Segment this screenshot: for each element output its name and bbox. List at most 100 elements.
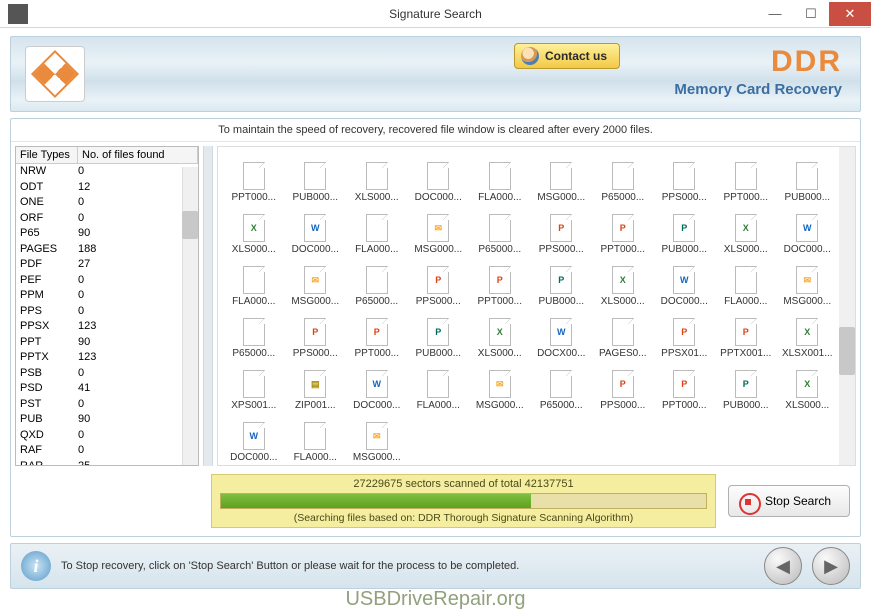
- file-item[interactable]: PPPS000...: [532, 205, 592, 255]
- file-item[interactable]: PPPTX001...: [716, 309, 776, 359]
- file-item[interactable]: WDOC000...: [655, 257, 715, 307]
- table-row[interactable]: RAF0: [16, 443, 198, 459]
- file-item[interactable]: ✉MSG000...: [347, 413, 407, 463]
- file-item[interactable]: XXLSX001...: [778, 309, 838, 359]
- brand-subtitle: Memory Card Recovery: [674, 81, 842, 98]
- file-item[interactable]: P65000...: [224, 309, 284, 359]
- file-item[interactable]: ▤ZIP001...: [286, 361, 346, 411]
- file-label: PPT000...: [478, 296, 522, 307]
- file-label: ZIP001...: [295, 400, 336, 411]
- table-row[interactable]: PPTX123: [16, 350, 198, 366]
- file-item[interactable]: XXLS000...: [224, 205, 284, 255]
- file-item[interactable]: MSG000...: [532, 153, 592, 203]
- file-item[interactable]: XXLS000...: [778, 361, 838, 411]
- file-item[interactable]: DOC000...: [409, 153, 469, 203]
- file-item[interactable]: P65000...: [470, 205, 530, 255]
- file-item[interactable]: WDOC000...: [286, 205, 346, 255]
- file-item[interactable]: XXLS000...: [470, 309, 530, 359]
- file-item[interactable]: PPPT000...: [655, 361, 715, 411]
- stop-search-button[interactable]: Stop Search: [728, 485, 850, 517]
- file-item[interactable]: ✉MSG000...: [409, 205, 469, 255]
- file-item[interactable]: PUB000...: [778, 153, 838, 203]
- file-label: FLA000...: [478, 192, 521, 203]
- file-label: P65000...: [540, 400, 583, 411]
- table-row[interactable]: RAR25: [16, 459, 198, 466]
- file-item[interactable]: P65000...: [593, 153, 653, 203]
- table-row[interactable]: PPT90: [16, 335, 198, 351]
- file-label: MSG000...: [537, 192, 585, 203]
- table-row[interactable]: ONE0: [16, 195, 198, 211]
- filetypes-scrollbar[interactable]: [182, 167, 198, 465]
- file-item[interactable]: XPS001...: [224, 361, 284, 411]
- file-item[interactable]: FLA000...: [347, 205, 407, 255]
- table-row[interactable]: PPS0: [16, 304, 198, 320]
- table-row[interactable]: PST0: [16, 397, 198, 413]
- file-item[interactable]: WDOCX00...: [532, 309, 592, 359]
- file-item[interactable]: P65000...: [347, 257, 407, 307]
- file-item[interactable]: PPUB000...: [409, 309, 469, 359]
- file-item[interactable]: PAGES0...: [593, 309, 653, 359]
- file-item[interactable]: PPPT000...: [347, 309, 407, 359]
- file-icon: [673, 162, 695, 190]
- prev-button[interactable]: ◀: [764, 547, 802, 585]
- next-button[interactable]: ▶: [812, 547, 850, 585]
- file-item[interactable]: PPPS000...: [593, 361, 653, 411]
- file-icon: P: [735, 318, 757, 346]
- file-item[interactable]: PPS000...: [655, 153, 715, 203]
- column-header-count[interactable]: No. of files found: [78, 147, 198, 163]
- file-item[interactable]: FLA000...: [470, 153, 530, 203]
- table-row[interactable]: ODT12: [16, 180, 198, 196]
- file-item[interactable]: PPPT000...: [593, 205, 653, 255]
- file-item[interactable]: PPUB000...: [655, 205, 715, 255]
- file-item[interactable]: PUB000...: [286, 153, 346, 203]
- file-icon: X: [489, 318, 511, 346]
- file-item[interactable]: XXLS000...: [716, 205, 776, 255]
- file-item[interactable]: PPUB000...: [716, 361, 776, 411]
- file-item[interactable]: PPT000...: [716, 153, 776, 203]
- file-item[interactable]: PPPSX01...: [655, 309, 715, 359]
- pane-splitter[interactable]: [203, 146, 213, 466]
- contact-us-button[interactable]: Contact us: [514, 43, 620, 69]
- file-item[interactable]: PPPT000...: [470, 257, 530, 307]
- file-item[interactable]: ✉MSG000...: [778, 257, 838, 307]
- file-item[interactable]: PPT000...: [224, 153, 284, 203]
- file-item[interactable]: ✉MSG000...: [286, 257, 346, 307]
- file-label: DOC000...: [230, 452, 277, 463]
- column-header-filetypes[interactable]: File Types: [16, 147, 78, 163]
- table-row[interactable]: PUB90: [16, 412, 198, 428]
- file-label: PPS000...: [293, 348, 338, 359]
- file-item[interactable]: WDOC000...: [778, 205, 838, 255]
- table-row[interactable]: NRW0: [16, 164, 198, 180]
- file-icon: [612, 318, 634, 346]
- file-item[interactable]: XXLS000...: [593, 257, 653, 307]
- table-row[interactable]: PPM0: [16, 288, 198, 304]
- file-item[interactable]: WDOC000...: [347, 361, 407, 411]
- file-item[interactable]: FLA000...: [716, 257, 776, 307]
- maximize-button[interactable]: ☐: [793, 2, 829, 26]
- file-item[interactable]: PPPS000...: [286, 309, 346, 359]
- table-row[interactable]: PPSX123: [16, 319, 198, 335]
- table-row[interactable]: PSD41: [16, 381, 198, 397]
- table-row[interactable]: PDF27: [16, 257, 198, 273]
- table-row[interactable]: PSB0: [16, 366, 198, 382]
- file-item[interactable]: P65000...: [532, 361, 592, 411]
- table-row[interactable]: ORF0: [16, 211, 198, 227]
- file-item[interactable]: FLA000...: [409, 361, 469, 411]
- file-item[interactable]: XLS000...: [347, 153, 407, 203]
- file-icon: ✉: [304, 266, 326, 294]
- file-item[interactable]: PPUB000...: [532, 257, 592, 307]
- file-item[interactable]: PPPS000...: [409, 257, 469, 307]
- table-row[interactable]: QXD0: [16, 428, 198, 444]
- file-item[interactable]: FLA000...: [286, 413, 346, 463]
- table-row[interactable]: PEF0: [16, 273, 198, 289]
- minimize-button[interactable]: —: [757, 2, 793, 26]
- close-button[interactable]: ✕: [829, 2, 871, 26]
- file-item[interactable]: WDOC000...: [224, 413, 284, 463]
- table-row[interactable]: P6590: [16, 226, 198, 242]
- file-icon: P: [612, 214, 634, 242]
- table-row[interactable]: PAGES188: [16, 242, 198, 258]
- file-item[interactable]: FLA000...: [224, 257, 284, 307]
- file-icon: [243, 318, 265, 346]
- files-scrollbar[interactable]: [839, 147, 855, 465]
- file-item[interactable]: ✉MSG000...: [470, 361, 530, 411]
